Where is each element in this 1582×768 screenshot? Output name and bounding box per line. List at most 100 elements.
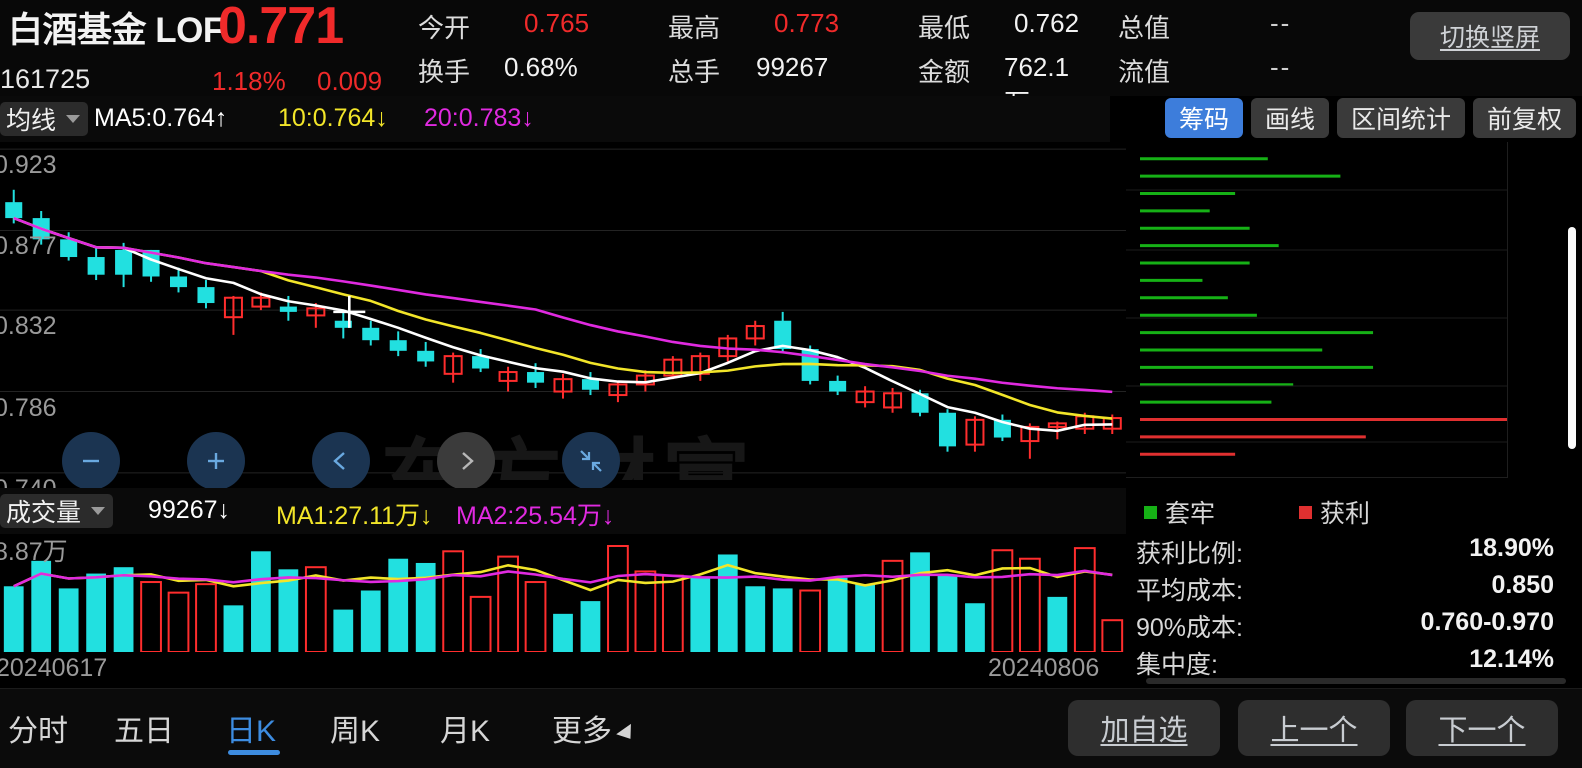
stat-row-profit-ratio: 获利比例: 18.90% [1136,534,1554,571]
stat-value-concentration: 12.14% [1469,645,1554,673]
tab-intraday[interactable]: 分时 [8,703,68,753]
tab-monthly-k[interactable]: 月K [440,703,490,753]
tab-daily-k[interactable]: 日K [226,703,281,755]
price-tick-label: 0.832 [0,312,57,341]
date-label-end: 20240806 [988,654,1100,682]
quote-value-volume: 99267 [756,52,829,82]
volume-value: 99267↓ [148,496,231,524]
tab-daily-k-label: 日K [226,715,277,748]
zoom-in-button[interactable] [187,432,245,490]
quote-value-low: 0.762 [1014,8,1080,38]
switch-portrait-label: 切换竖屏 [1439,24,1540,52]
chart-toolbar: 筹码 画线 区间统计 前复权 [1096,96,1576,140]
zoom-out-button[interactable] [62,432,120,490]
quote-label-turnover: 换手 [418,57,471,87]
tab-adjust[interactable]: 前复权 [1472,98,1576,138]
tab-five-day[interactable]: 五日 [114,703,174,753]
tab-draw[interactable]: 画线 [1250,98,1329,138]
ma10-value: 10:0.764↓ [278,104,388,132]
legend-profit-label: 获利 [1320,500,1371,528]
switch-portrait-button[interactable]: 切换竖屏 [1410,12,1570,60]
volume-canvas [3,545,1124,652]
chevron-down-icon [91,507,106,515]
volume-selector-label: 成交量 [6,499,82,527]
tab-more[interactable]: 更多 [552,703,638,753]
stat-row-90-cost: 90%成本: 0.760-0.970 [1136,608,1554,645]
price-tick-label: 0.923 [0,151,57,180]
tab-chips-label: 筹码 [1178,106,1229,134]
stat-key-profit-ratio: 获利比例: [1136,540,1243,568]
volume-indicator-row: 成交量 99267↓ MA1:27.11万↓ MA2:25.54万↓ [0,488,1126,534]
bottom-tab-bar: 分时 五日 日K 周K 月K 更多 加自选 上一个 下一个 [0,688,1582,768]
previous-stock-button[interactable]: 上一个 [1238,700,1390,756]
stat-value-profit-ratio: 18.90% [1469,534,1554,562]
triangle-down-icon [616,723,638,745]
stat-key-concentration: 集中度: [1136,651,1218,679]
pan-left-button[interactable] [312,432,370,490]
add-watchlist-button[interactable]: 加自选 [1068,700,1220,756]
change-absolute: 0.009 [317,66,383,96]
quote-value-open: 0.765 [524,8,590,38]
next-stock-label: 下一个 [1438,715,1526,747]
add-watchlist-label: 加自选 [1100,715,1188,747]
tab-chips[interactable]: 筹码 [1164,98,1243,138]
legend-locked-label: 套牢 [1165,500,1216,528]
chip-histogram[interactable] [1126,142,1508,478]
tab-draw-label: 画线 [1264,106,1315,134]
ma-indicator-selector[interactable]: 均线 [0,102,89,136]
chevron-left-icon [333,452,345,470]
stat-row-avg-cost: 平均成本: 0.850 [1136,571,1554,608]
quote-value-turnover: 0.68% [504,52,578,82]
volume-ma1: MA1:27.11万↓ [276,502,433,530]
collapse-button[interactable] [562,432,620,490]
tab-adjust-label: 前复权 [1486,106,1562,134]
shrink-icon [580,450,602,472]
horizontal-scrollbar[interactable] [1146,678,1566,684]
chip-distribution-panel: 套牢 获利 获利比例: 18.90% 平均成本: 0.850 90%成本: 0.… [1126,142,1582,686]
price-tick-label: 0.877 [0,232,57,261]
tab-more-label: 更多 [552,715,612,748]
quote-grid: 今开 0.765 最高 0.773 最低 0.762 换手 0.68% 总手 9… [418,4,1080,118]
stock-chart-app: 白酒基金 LOF 0.771 161725 1.18% 0.009 今开 0.7… [0,0,1582,768]
tab-range-stats[interactable]: 区间统计 [1336,98,1465,138]
stock-code: 161725 [0,64,91,94]
stat-value-90-cost: 0.760-0.970 [1420,608,1554,636]
stat-key-90-cost: 90%成本: [1136,614,1243,642]
chip-statistics: 获利比例: 18.90% 平均成本: 0.850 90%成本: 0.760-0.… [1136,534,1554,682]
pan-right-button[interactable] [437,432,495,490]
date-axis: 20240617 20240806 [0,650,1126,686]
header-quote-bar: 白酒基金 LOF 0.771 161725 1.18% 0.009 今开 0.7… [0,0,1582,118]
tab-monthly-k-label: 月K [440,715,491,748]
legend-profit: 获利 [1299,494,1370,530]
tab-range-stats-label: 区间统计 [1350,106,1451,134]
previous-stock-label: 上一个 [1270,715,1358,747]
quote-value-high: 0.773 [774,8,840,38]
quote-label-open: 今开 [418,13,471,43]
legend-locked-swatch [1144,505,1157,519]
tab-weekly-k-label: 周K [330,715,381,748]
chip-canvas [1126,157,1507,456]
stat-row-concentration: 集中度: 12.14% [1136,645,1554,682]
quote-label-amount: 金额 [918,57,971,87]
chevron-right-icon [462,452,474,470]
quote-label-float-cap: 流值 [1118,57,1171,87]
kline-canvas [0,148,1126,474]
stat-key-avg-cost: 平均成本: [1136,577,1243,605]
next-stock-button[interactable]: 下一个 [1406,700,1558,756]
chip-legend: 套牢 获利 [1144,494,1524,528]
quote-label-low: 最低 [918,13,971,43]
tab-intraday-label: 分时 [8,715,68,748]
tab-weekly-k[interactable]: 周K [330,703,380,753]
quote-label-high: 最高 [668,13,721,43]
quote-value-float-cap: -- [1270,52,1292,82]
volume-chart[interactable] [0,534,1126,652]
chevron-down-icon [66,115,81,123]
kline-chart[interactable]: 东方财富 [0,142,1126,480]
tab-five-day-label: 五日 [114,715,174,748]
ma-indicator-row: 均线 MA5:0.764↑ 10:0.764↓ 20:0.783↓ [0,96,1110,142]
ma20-value: 20:0.783↓ [424,104,534,132]
chart-control-buttons [62,432,662,490]
volume-indicator-selector[interactable]: 成交量 [0,494,114,528]
chip-vertical-scrollbar[interactable] [1568,227,1576,449]
quote-grid-secondary: 总值 -- 流值 -- [1118,4,1358,94]
